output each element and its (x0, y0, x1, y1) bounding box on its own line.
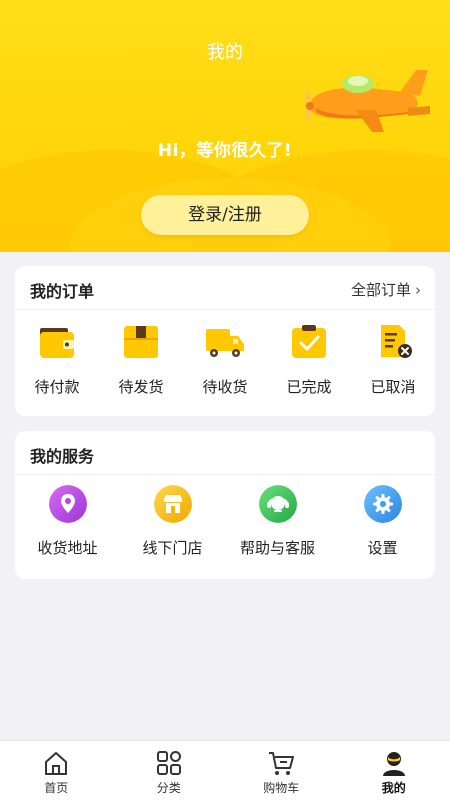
login-register-button[interactable]: 登录/注册 (141, 195, 309, 235)
tab-category[interactable]: 分类 (113, 741, 226, 800)
tab-cart[interactable]: 购物车 (225, 741, 338, 800)
tab-label: 分类 (156, 781, 181, 795)
tab-profile[interactable]: 我的 (338, 741, 450, 800)
all-orders-label: 全部订单 (350, 281, 411, 299)
orders-card: 我的订单 全部订单 › 待付款 待发货 待收货 已完成 已取消 (15, 266, 435, 416)
services-title: 我的服务 (30, 447, 95, 466)
greeting-text: Hi，等你很久了! (157, 141, 293, 161)
check-icon (292, 325, 326, 358)
orders-title: 我的订单 (30, 282, 95, 301)
tab-label: 购物车 (263, 781, 300, 795)
chevron-right-icon: › (415, 281, 421, 299)
profile-header: 我的 Hi，等你很久了! 登录/注册 (0, 0, 450, 252)
services-card: 我的服务 收货地址 线下门店 帮助与客服 设置 (15, 431, 435, 579)
store-icon (153, 485, 192, 523)
page-title: 我的 (207, 42, 243, 63)
headset-icon (258, 485, 297, 523)
service-settings[interactable]: 设置 (330, 485, 435, 558)
services-grid: 收货地址 线下门店 帮助与客服 设置 (15, 485, 435, 558)
order-status-grid: 待付款 待发货 待收货 已完成 已取消 (15, 324, 435, 397)
tab-label: 首页 (44, 781, 69, 795)
service-label: 帮助与客服 (239, 539, 315, 557)
order-status-cancelled[interactable]: 已取消 (351, 324, 435, 397)
order-status-completed[interactable]: 已完成 (267, 324, 351, 397)
service-label: 线下门店 (142, 539, 203, 557)
order-status-pending-shipment[interactable]: 待发货 (99, 324, 183, 397)
service-help-support[interactable]: 帮助与客服 (225, 485, 330, 558)
location-pin-icon (48, 485, 87, 523)
order-status-label: 待发货 (118, 378, 164, 396)
order-status-pending-receipt[interactable]: 待收货 (183, 324, 267, 397)
service-shipping-address[interactable]: 收货地址 (15, 485, 120, 558)
category-icon (156, 751, 181, 775)
service-label: 设置 (367, 539, 398, 557)
orders-card-header: 我的订单 全部订单 › (15, 266, 435, 310)
cancelled-doc-icon (381, 325, 412, 358)
cart-icon (269, 752, 295, 775)
order-status-label: 已完成 (286, 378, 332, 396)
airplane-illustration (305, 70, 430, 132)
package-icon (124, 326, 158, 358)
order-status-pending-payment[interactable]: 待付款 (15, 324, 99, 397)
order-status-label: 待收货 (202, 378, 248, 396)
service-label: 收货地址 (37, 539, 98, 557)
home-icon (45, 752, 68, 775)
tab-home[interactable]: 首页 (0, 741, 113, 800)
gear-icon (363, 485, 402, 523)
truck-icon (206, 329, 244, 357)
profile-icon (382, 752, 405, 776)
all-orders-link[interactable]: 全部订单 › (351, 279, 421, 300)
order-status-label: 已取消 (370, 378, 416, 396)
wallet-icon (40, 328, 74, 358)
tab-label: 我的 (381, 781, 406, 795)
bottom-tab-bar: 首页 分类 购物车 我的 (0, 740, 450, 800)
order-status-label: 待付款 (34, 378, 80, 396)
services-card-header: 我的服务 (15, 431, 435, 475)
service-offline-stores[interactable]: 线下门店 (120, 485, 225, 558)
